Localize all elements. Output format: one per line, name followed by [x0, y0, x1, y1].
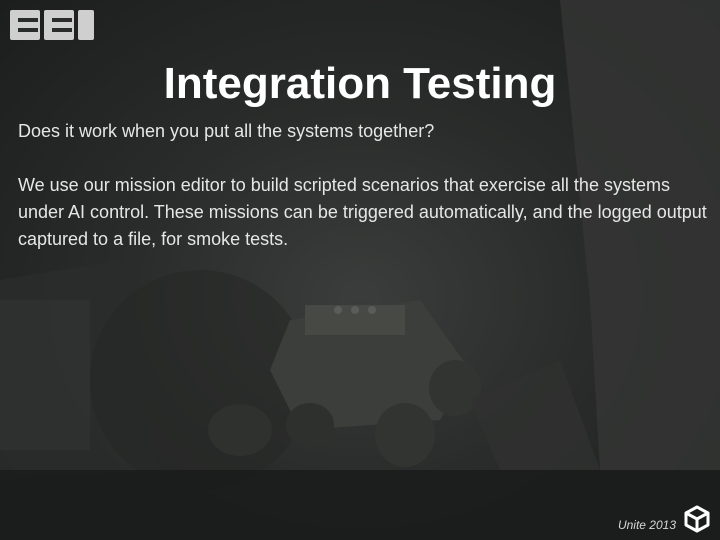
slide-title: Integration Testing: [163, 59, 557, 108]
conference-footer: Unite 2013: [617, 518, 676, 532]
body-paragraph-description: We use our mission editor to build scrip…: [18, 175, 707, 249]
body-paragraph-question: Does it work when you put all the system…: [18, 121, 435, 141]
bbi-logo: [10, 10, 94, 40]
slide-body: Does it work when you put all the system…: [18, 118, 708, 253]
unity-logo-icon: [684, 505, 710, 533]
presentation-slide: Integration Testing Does it work when yo…: [0, 0, 720, 540]
